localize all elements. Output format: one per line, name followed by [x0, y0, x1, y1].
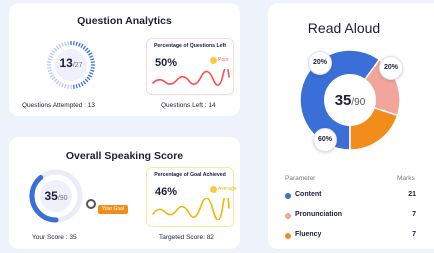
goal-achieved-status: Average — [218, 186, 237, 192]
goal-achieved-percent: 46% — [155, 186, 178, 198]
goal-achieved-card-title: Percentage of Goal Achieved — [154, 172, 226, 178]
speaking-score-title: Overall Speaking Score — [65, 150, 184, 162]
targeted-score-label: Targeted Score: 82 — [159, 234, 214, 241]
goal-achieved-card: Percentage of Goal Achieved 46% Average — [146, 167, 237, 227]
read-aloud-score-number: 35 — [334, 92, 352, 109]
parameter-row-content: Content 21 — [285, 191, 433, 203]
questions-left-label: Questions Left : 14 — [161, 102, 216, 109]
parameter-label: Pronunciation — [295, 211, 343, 218]
question-analytics-title: Question Analytics — [77, 15, 172, 27]
parameter-header: Parameter — [285, 175, 316, 182]
questions-left-percent: 50% — [155, 57, 178, 69]
speaking-score-number: 35 — [44, 189, 58, 203]
questions-attempted-value: 13/27 — [46, 56, 96, 70]
questions-total: /27 — [72, 62, 83, 69]
your-score-label: Your Score : 35 — [32, 234, 77, 241]
content-color-dot — [285, 193, 291, 199]
questions-attempted-label: Questions Attempted : 13 — [22, 102, 95, 109]
marks-header: Marks — [397, 175, 415, 182]
read-aloud-score-total: /90 — [351, 97, 366, 108]
pronunciation-color-dot — [285, 213, 291, 219]
questions-left-card-title: Percentage of Questions Left — [153, 43, 227, 49]
parameter-mark: 7 — [412, 231, 416, 238]
read-aloud-card: Read Aloud 35/90 20% 20% 60% Parameter M… — [268, 3, 434, 249]
question-analytics-card: Question Analytics 13/27 Percentage of Q… — [9, 3, 240, 116]
questions-left-card: Percentage of Questions Left 50% Poor — [146, 38, 234, 95]
speaking-score-value: 35/90 — [27, 189, 85, 203]
fluency-color-dot — [285, 233, 291, 239]
goal-achieved-trend-line — [152, 198, 230, 220]
sad-face-icon — [210, 57, 217, 64]
read-aloud-title: Read Aloud — [307, 20, 381, 36]
speaking-score-total: /90 — [57, 195, 68, 202]
parameter-row-fluency: Fluency 7 — [285, 231, 433, 243]
neutral-face-icon — [210, 186, 217, 193]
your-goal-badge: Your Goal — [98, 205, 129, 214]
content-percent-bubble: 60% — [313, 128, 337, 152]
questions-left-status: Poor — [218, 57, 229, 63]
target-icon — [86, 199, 96, 209]
parameter-mark: 21 — [408, 191, 416, 198]
parameter-row-pronunciation: Pronunciation 7 — [285, 211, 433, 223]
fluency-percent-bubble: 20% — [379, 56, 403, 80]
pronunciation-percent-bubble: 20% — [308, 51, 332, 75]
parameter-label: Fluency — [295, 231, 322, 238]
questions-left-trend-line — [152, 69, 230, 86]
parameter-label: Content — [295, 191, 322, 198]
speaking-score-card: Overall Speaking Score 35/90 Your Goal P… — [9, 137, 240, 249]
questions-attempted-count: 13 — [59, 56, 73, 70]
parameter-mark: 7 — [412, 211, 416, 218]
read-aloud-score: 35/90 — [298, 92, 402, 109]
